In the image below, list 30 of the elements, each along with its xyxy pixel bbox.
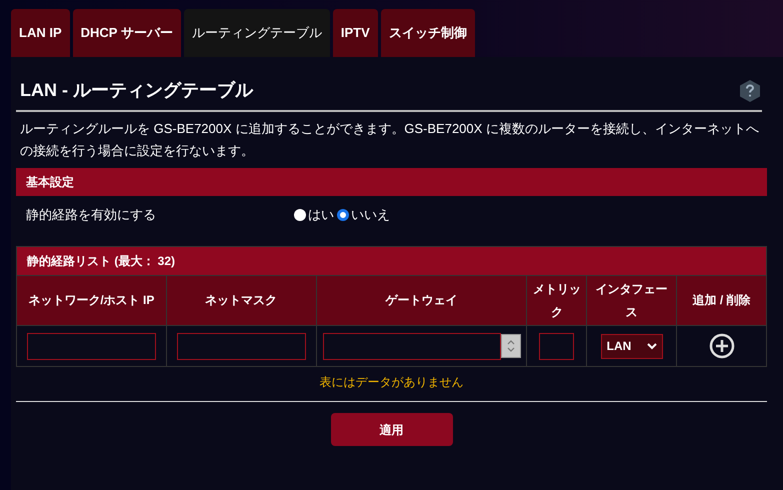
input-field[interactable]	[539, 332, 574, 360]
tab[interactable]: DHCP サーバー	[72, 9, 181, 57]
radio-option[interactable]: はい	[294, 205, 334, 225]
tab[interactable]: スイッチ制御	[380, 9, 475, 57]
column-header: ゲートウェイ	[316, 276, 528, 326]
empty-message: 表にはデータがありません	[318, 374, 464, 391]
add-button[interactable]	[708, 333, 735, 359]
input-field[interactable]	[176, 332, 306, 360]
column-header: ネットマスク	[166, 276, 317, 326]
dropdown-button[interactable]	[501, 334, 522, 358]
interface-select[interactable]: LAN	[600, 334, 663, 358]
page-title: LAN - ルーティングテーブル	[20, 79, 253, 102]
input-field[interactable]	[322, 332, 502, 360]
section-header: 基本設定	[16, 168, 767, 196]
tab[interactable]: ルーティングテーブル	[184, 9, 330, 57]
chevron-icon	[507, 340, 516, 352]
apply-button[interactable]: 適用	[330, 413, 452, 446]
help-icon[interactable]	[738, 78, 762, 102]
tab[interactable]: LAN IP	[11, 9, 70, 57]
column-header: インタフェース	[587, 276, 678, 326]
section-header: 静的経路リスト (最大： 32)	[16, 246, 767, 276]
input-field[interactable]	[27, 332, 156, 360]
column-header: 追加 / 削除	[677, 276, 767, 326]
chevron-icon	[646, 342, 657, 350]
radio-option[interactable]: いいえ	[337, 205, 390, 225]
description: ルーティングルールを GS-BE7200X に追加することができます。GS-BE7200X に複数のルーターを接続し、インターネットへの接続を行う場合に設定を行ないます。	[19, 120, 760, 160]
column-header: メトリック	[527, 276, 588, 326]
column-header: ネットワーク/ホスト IP	[17, 276, 167, 326]
tab[interactable]: IPTV	[332, 9, 378, 57]
setting-label: 静的経路を有効にする	[26, 206, 157, 224]
